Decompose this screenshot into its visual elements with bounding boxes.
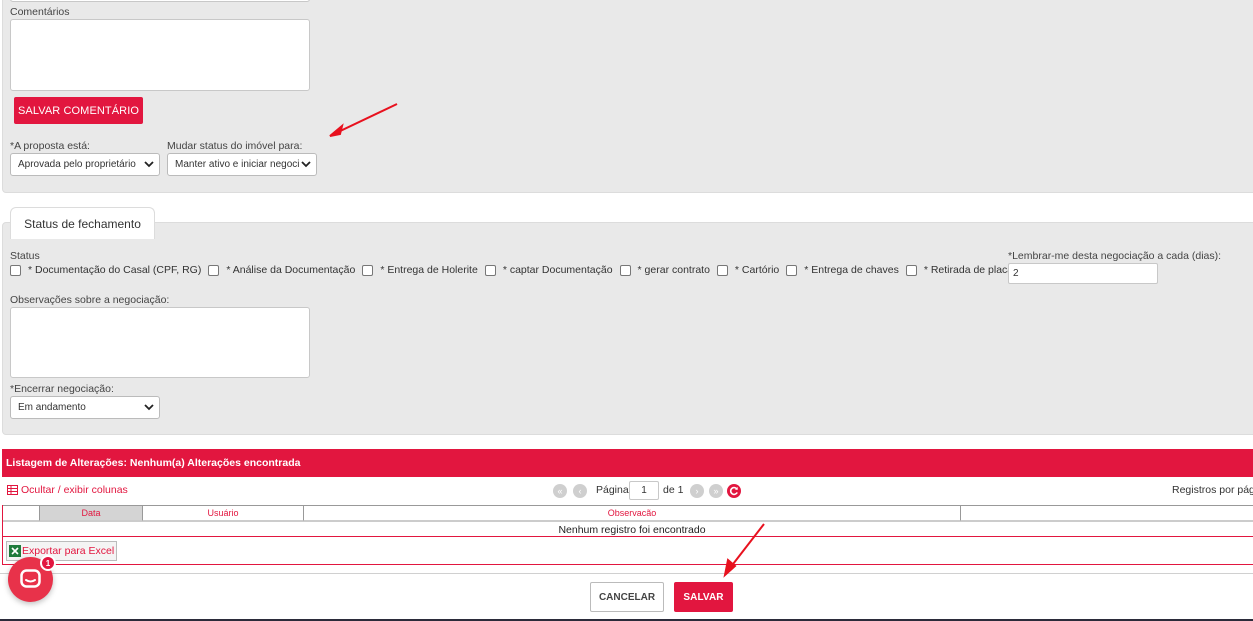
records-per-page-label: Registros por pági — [1172, 484, 1253, 496]
proposal-select[interactable]: Aprovada pelo proprietário — [10, 153, 160, 176]
tab-closing-status[interactable]: Status de fechamento — [10, 207, 155, 239]
comments-textarea[interactable] — [10, 19, 310, 91]
reminder-days-input[interactable]: 2 — [1008, 263, 1158, 284]
status-item-label: * Entrega de Holerite — [380, 264, 478, 276]
status-item-label: * gerar contrato — [637, 264, 710, 276]
status-item[interactable]: * Documentação do Casal (CPF, RG) — [10, 264, 201, 276]
last-page-icon[interactable]: » — [709, 484, 723, 498]
status-label: Status — [10, 250, 40, 262]
status-item-label: * Retirada de placa — [923, 264, 1014, 276]
column-header-label: Usuário — [207, 508, 239, 518]
toggle-columns-button[interactable]: Ocultar / exibir colunas — [7, 484, 128, 496]
column-header-label: Data — [81, 508, 101, 518]
close-negotiation-select[interactable]: Em andamento — [10, 396, 160, 419]
column-header-label: Observacão — [607, 508, 657, 518]
chat-icon — [20, 569, 41, 588]
row-number-header — [3, 505, 40, 521]
changes-grid-body: Data Usuário Observacão Nenhum registro … — [2, 505, 1253, 537]
proposal-label: *A proposta está: — [10, 140, 90, 152]
export-excel-label: Exportar para Excel — [22, 545, 115, 557]
checkbox[interactable] — [10, 264, 21, 276]
comments-label: Comentários — [10, 6, 70, 18]
excel-icon — [9, 545, 21, 557]
close-negotiation-select-value: Em andamento — [18, 402, 86, 413]
table-icon — [7, 485, 18, 495]
proposal-select-value: Aprovada pelo proprietário — [18, 159, 136, 170]
status-item-label: * Documentação do Casal (CPF, RG) — [28, 264, 202, 276]
reminder-label: *Lembrar-me desta negociação a cada (dia… — [1008, 250, 1222, 262]
status-item[interactable]: * Entrega de Holerite — [362, 264, 478, 276]
changes-grid-footer: Exportar para Excel — [2, 537, 1253, 565]
status-item[interactable]: * Análise da Documentação — [208, 264, 355, 276]
status-item[interactable]: * Entrega de chaves — [786, 264, 899, 276]
checkbox[interactable] — [208, 264, 220, 276]
property-status-select[interactable]: Manter ativo e iniciar negoci — [167, 153, 317, 176]
annotation-arrow-icon — [329, 103, 398, 137]
column-header-usuario[interactable]: Usuário — [143, 505, 304, 521]
checkbox[interactable] — [716, 264, 728, 276]
page-label: Página — [596, 484, 629, 496]
checkbox[interactable] — [362, 264, 374, 276]
property-status-label: Mudar status do imóvel para: — [167, 140, 303, 152]
page-total: de 1 — [663, 484, 684, 496]
column-header-observacao[interactable]: Observacão — [304, 505, 961, 521]
chevron-down-icon — [144, 404, 154, 411]
checkbox[interactable] — [484, 264, 496, 276]
empty-grid-message: Nenhum registro foi encontrado — [3, 521, 1253, 537]
status-item-label: * Entrega de chaves — [804, 264, 899, 276]
status-checklist: * Documentação do Casal (CPF, RG) * Anál… — [10, 264, 1020, 276]
status-item-label: * Análise da Documentação — [226, 264, 356, 276]
status-item[interactable]: * Retirada de placa — [905, 264, 1014, 276]
prev-page-icon[interactable]: ‹ — [573, 484, 587, 498]
changes-grid-title: Listagem de Alterações: Nenhum(a) Altera… — [2, 449, 1253, 477]
status-item-label: * Cartório — [734, 264, 780, 276]
checkbox[interactable] — [619, 264, 631, 276]
first-page-icon[interactable]: « — [553, 484, 567, 498]
observations-label: Observações sobre a negociação: — [10, 294, 170, 306]
cancel-button[interactable]: CANCELAR — [590, 582, 664, 612]
status-item[interactable]: * captar Documentação — [484, 264, 613, 276]
status-item-label: * captar Documentação — [502, 264, 613, 276]
observations-textarea[interactable] — [10, 307, 310, 378]
toggle-columns-label: Ocultar / exibir colunas — [21, 484, 128, 496]
chevron-down-icon — [144, 161, 154, 168]
previous-field[interactable] — [10, 0, 310, 2]
page-number-input[interactable]: 1 — [629, 481, 659, 500]
status-item[interactable]: * gerar contrato — [619, 264, 710, 276]
property-status-select-value: Manter ativo e iniciar negoci — [175, 159, 300, 170]
refresh-icon[interactable] — [727, 484, 741, 498]
save-comment-button[interactable]: SALVAR COMENTÁRIO — [14, 97, 143, 124]
chat-notification-badge: 1 — [40, 555, 56, 571]
checkbox[interactable] — [786, 264, 798, 276]
close-negotiation-label: *Encerrar negociação: — [10, 383, 114, 395]
status-item[interactable]: * Cartório — [716, 264, 780, 276]
chevron-down-icon — [300, 158, 312, 170]
checkbox[interactable] — [905, 264, 917, 276]
annotation-arrow-icon — [723, 523, 765, 578]
column-header-extra — [961, 505, 1253, 521]
column-header-data[interactable]: Data — [40, 505, 143, 521]
next-page-icon[interactable]: › — [690, 484, 704, 498]
save-button[interactable]: SALVAR — [674, 582, 733, 612]
